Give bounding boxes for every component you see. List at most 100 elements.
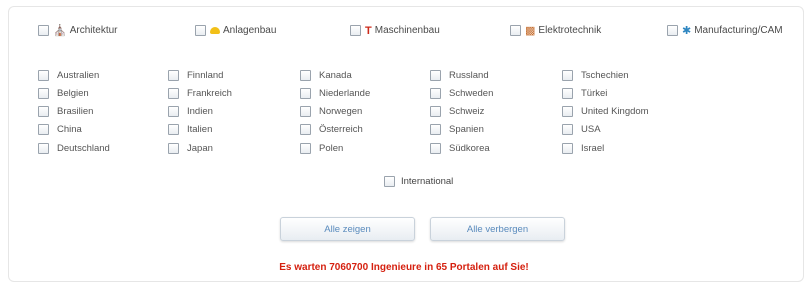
country-label: Italien (187, 124, 213, 135)
country-label: Polen (319, 143, 344, 154)
international-label: International (401, 176, 454, 187)
checkbox[interactable] (562, 106, 573, 117)
country-label: Tschechien (581, 70, 629, 81)
checkbox[interactable] (430, 70, 441, 81)
checkbox[interactable] (168, 70, 179, 81)
checkbox[interactable] (168, 106, 179, 117)
category-label: Anlagenbau (223, 25, 277, 36)
country-label: Südkorea (449, 143, 490, 154)
checkbox[interactable] (195, 25, 206, 36)
checkbox[interactable] (510, 25, 521, 36)
country-label: Indien (187, 106, 213, 117)
country-indien[interactable]: Indien (168, 106, 213, 117)
country-italien[interactable]: Italien (168, 124, 212, 135)
country-japan[interactable]: Japan (168, 143, 213, 154)
checkbox[interactable] (38, 143, 49, 154)
country-label: Israel (581, 143, 605, 154)
checkbox[interactable] (430, 143, 441, 154)
country-label: China (57, 124, 82, 135)
country-label: Frankreich (187, 88, 232, 99)
building-icon: ⛪ (53, 24, 67, 37)
country-label: Österreich (319, 124, 363, 135)
checkbox[interactable] (300, 124, 311, 135)
country-label: Norwegen (319, 106, 363, 117)
country-finnland[interactable]: Finnland (168, 70, 223, 81)
country-kanada[interactable]: Kanada (300, 70, 352, 81)
checkbox[interactable] (300, 88, 311, 99)
category-label: Manufacturing/CAM (694, 25, 783, 36)
category-label: Maschinenbau (374, 25, 440, 36)
checkbox[interactable] (430, 106, 441, 117)
country-tuerkei[interactable]: Türkei (562, 88, 607, 99)
circuit-icon: ▩ (525, 24, 536, 37)
country-label: Schweiz (449, 106, 485, 117)
country-label: Russland (449, 70, 489, 81)
country-label: Niederlande (319, 88, 371, 99)
checkbox[interactable] (38, 25, 49, 36)
country-label: Kanada (319, 70, 352, 81)
checkbox[interactable] (562, 124, 573, 135)
category-label: Elektrotechnik (538, 25, 602, 36)
checkbox[interactable] (562, 88, 573, 99)
category-maschinenbau[interactable]: T Maschinenbau (350, 25, 440, 36)
engineer-count-message: Es warten 7060700 Ingenieure in 65 Porta… (279, 262, 529, 273)
country-russland[interactable]: Russland (430, 70, 489, 81)
country-suedkorea[interactable]: Südkorea (430, 143, 490, 154)
checkbox[interactable] (562, 70, 573, 81)
country-belgien[interactable]: Belgien (38, 88, 89, 99)
country-china[interactable]: China (38, 124, 82, 135)
country-oesterreich[interactable]: Österreich (300, 124, 363, 135)
checkbox[interactable] (300, 70, 311, 81)
checkbox[interactable] (562, 143, 573, 154)
category-elektrotechnik[interactable]: ▩ Elektrotechnik (510, 25, 601, 36)
checkbox[interactable] (38, 124, 49, 135)
country-polen[interactable]: Polen (300, 143, 343, 154)
category-anlagenbau[interactable]: Anlagenbau (195, 25, 276, 36)
checkbox[interactable] (38, 88, 49, 99)
country-australien[interactable]: Australien (38, 70, 99, 81)
checkbox[interactable] (38, 106, 49, 117)
checkbox[interactable] (350, 25, 361, 36)
country-united-kingdom[interactable]: United Kingdom (562, 106, 649, 117)
checkbox[interactable] (168, 124, 179, 135)
country-label: Türkei (581, 88, 608, 99)
checkbox[interactable] (300, 143, 311, 154)
category-label: Architektur (69, 25, 118, 36)
checkbox[interactable] (300, 106, 311, 117)
country-niederlande[interactable]: Niederlande (300, 88, 370, 99)
checkbox[interactable] (168, 143, 179, 154)
checkbox[interactable] (384, 176, 395, 187)
show-all-button[interactable]: Alle zeigen (280, 217, 415, 241)
country-tschechien[interactable]: Tschechien (562, 70, 629, 81)
helmet-icon (210, 26, 220, 36)
international-option[interactable]: International (384, 176, 453, 187)
country-label: United Kingdom (581, 106, 649, 117)
wrench-icon: T (365, 24, 372, 37)
country-label: Finnland (187, 70, 224, 81)
checkbox[interactable] (430, 124, 441, 135)
country-label: Spanien (449, 124, 484, 135)
country-schweiz[interactable]: Schweiz (430, 106, 484, 117)
country-deutschland[interactable]: Deutschland (38, 143, 110, 154)
country-usa[interactable]: USA (562, 124, 601, 135)
country-label: Deutschland (57, 143, 110, 154)
country-label: Brasilien (57, 106, 94, 117)
country-norwegen[interactable]: Norwegen (300, 106, 362, 117)
country-schweden[interactable]: Schweden (430, 88, 493, 99)
country-label: Belgien (57, 88, 89, 99)
checkbox[interactable] (168, 88, 179, 99)
category-architektur[interactable]: ⛪ Architektur (38, 25, 118, 36)
country-label: Australien (57, 70, 100, 81)
country-frankreich[interactable]: Frankreich (168, 88, 232, 99)
country-label: USA (581, 124, 601, 135)
country-spanien[interactable]: Spanien (430, 124, 484, 135)
checkbox[interactable] (38, 70, 49, 81)
checkbox[interactable] (667, 25, 678, 36)
checkbox[interactable] (430, 88, 441, 99)
country-label: Schweden (449, 88, 494, 99)
category-manufacturing-cam[interactable]: ✱ Manufacturing/CAM (667, 25, 783, 36)
hide-all-button[interactable]: Alle verbergen (430, 217, 565, 241)
country-brasilien[interactable]: Brasilien (38, 106, 93, 117)
gear-icon: ✱ (682, 24, 692, 37)
country-israel[interactable]: Israel (562, 143, 604, 154)
